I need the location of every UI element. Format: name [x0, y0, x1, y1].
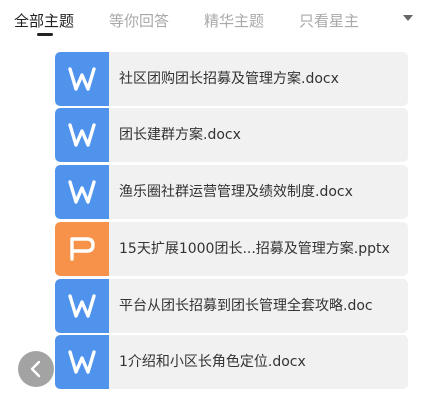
- tab-featured-topics[interactable]: 精华主题: [204, 10, 264, 32]
- file-item[interactable]: 15天扩展1000团长...招募及管理方案.pptx: [55, 222, 408, 276]
- file-item[interactable]: 平台从团长招募到团长管理全套攻略.doc: [55, 279, 408, 333]
- file-item[interactable]: 社区团购团长招募及管理方案.docx: [55, 52, 408, 106]
- active-tab-indicator: [37, 33, 53, 36]
- tab-owner-only[interactable]: 只看星主: [299, 10, 359, 32]
- file-item[interactable]: 1介绍和小区长角色定位.docx: [55, 335, 408, 389]
- word-doc-icon: [55, 52, 109, 106]
- tab-all-topics[interactable]: 全部主题: [14, 10, 74, 32]
- back-button[interactable]: [18, 351, 54, 387]
- word-doc-icon: [55, 108, 109, 162]
- file-item[interactable]: 团长建群方案.docx: [55, 108, 408, 162]
- tab-waiting-answers[interactable]: 等你回答: [109, 10, 169, 32]
- word-doc-icon: [55, 335, 109, 389]
- file-name: 渔乐圈社群运营管理及绩效制度.docx: [119, 184, 353, 200]
- powerpoint-ppt-icon: [55, 222, 109, 276]
- word-doc-icon: [55, 279, 109, 333]
- file-name: 平台从团长招募到团长管理全套攻略.doc: [119, 298, 373, 314]
- topic-page: 全部主题 等你回答 精华主题 只看星主 社区团购团长招募及管理方案.docx 团…: [0, 0, 435, 406]
- tabs-dropdown-icon[interactable]: [403, 15, 413, 21]
- file-item[interactable]: 渔乐圈社群运营管理及绩效制度.docx: [55, 165, 408, 219]
- topic-tabs: 全部主题 等你回答 精华主题 只看星主: [0, 0, 435, 44]
- word-doc-icon: [55, 165, 109, 219]
- file-list: 社区团购团长招募及管理方案.docx 团长建群方案.docx 渔乐圈社群运营管理…: [0, 0, 435, 406]
- file-name: 社区团购团长招募及管理方案.docx: [119, 71, 339, 87]
- file-name: 15天扩展1000团长...招募及管理方案.pptx: [119, 241, 390, 257]
- chevron-left-icon: [30, 360, 41, 378]
- file-name: 1介绍和小区长角色定位.docx: [119, 354, 306, 370]
- file-name: 团长建群方案.docx: [119, 127, 241, 143]
